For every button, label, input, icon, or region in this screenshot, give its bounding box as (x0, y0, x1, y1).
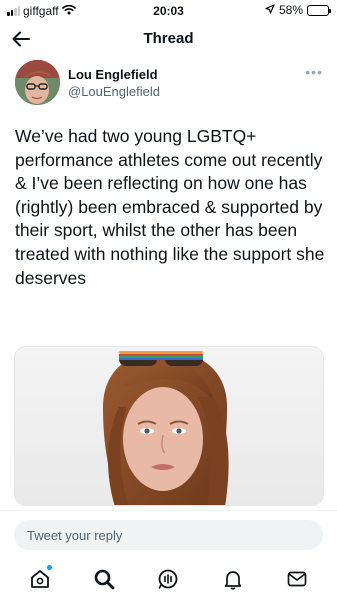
thread-header: Thread (0, 24, 337, 54)
status-bar: giffgaff 20:03 58% (0, 0, 337, 22)
portrait-photo (15, 347, 323, 505)
reply-bar (0, 510, 337, 555)
notification-dot (47, 564, 53, 570)
avatar[interactable] (15, 60, 60, 105)
location-icon (265, 3, 275, 17)
nav-home[interactable] (25, 564, 55, 594)
tweet-text: We’ve had two young LGBTQ+ performance a… (15, 126, 325, 288)
nav-messages[interactable] (282, 564, 312, 594)
nav-notifications[interactable] (218, 564, 248, 594)
more-horizontal-icon: ••• (305, 64, 323, 80)
battery-icon (307, 4, 331, 16)
tweet-media-image[interactable] (14, 346, 324, 506)
tweet-author: Lou Englefield @LouEnglefield ••• (15, 60, 325, 110)
author-name[interactable]: Lou Englefield (68, 67, 158, 82)
status-right: 58% (265, 3, 331, 17)
more-button[interactable]: ••• (305, 64, 323, 80)
notifications-icon (224, 570, 242, 590)
page-title: Thread (143, 30, 194, 47)
spaces-icon (159, 569, 178, 589)
messages-icon (287, 571, 307, 586)
nav-spaces[interactable] (153, 564, 183, 594)
nav-search[interactable] (89, 564, 119, 594)
battery-percent: 58% (278, 3, 303, 17)
search-icon (94, 569, 115, 589)
reply-input[interactable] (14, 520, 323, 550)
home-icon (31, 569, 49, 588)
bottom-navigation (0, 557, 337, 600)
author-handle[interactable]: @LouEnglefield (68, 84, 160, 99)
